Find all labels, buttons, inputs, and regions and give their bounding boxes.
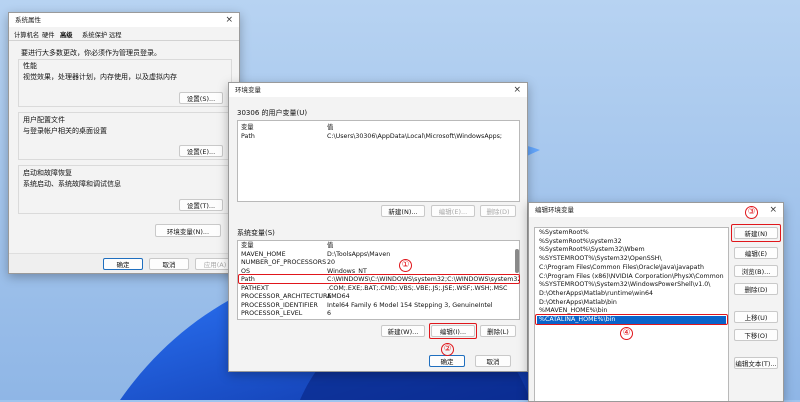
var-name: MAVEN_HOME xyxy=(241,250,286,258)
entry-move-up-button[interactable]: 上移(U) xyxy=(734,311,778,323)
window-title: 编辑环境变量 xyxy=(535,206,574,214)
startup-recovery-label: 启动和故障恢复 xyxy=(23,169,72,177)
tab-hardware[interactable]: 硬件 xyxy=(42,30,55,39)
var-name: PROCESSOR_ARCHITECTURE xyxy=(241,293,332,300)
col-header-variable: 变量 xyxy=(241,124,254,131)
tab-divider xyxy=(9,40,239,41)
environment-variables-window: 环境变量 × 30306 的用户变量(U) 变量 值 Path C:\Users… xyxy=(228,82,528,372)
user-vars-label: 30306 的用户变量(U) xyxy=(237,109,308,117)
annotation-3: ③ xyxy=(745,206,758,219)
edit-env-variable-window: 编辑环境变量 × %SystemRoot% %SystemRoot%\syste… xyxy=(528,202,784,402)
var-name: PROCESSOR_LEVEL xyxy=(241,310,303,317)
annotation-1: ① xyxy=(399,259,412,272)
tab-remote[interactable]: 远程 xyxy=(109,30,122,39)
table-row[interactable]: MAVEN_HOME D:\ToolsApps\Maven xyxy=(241,251,516,259)
edit-highlight-box xyxy=(429,323,477,339)
var-name: Path xyxy=(241,133,255,140)
environment-variables-button[interactable]: 环境变量(N)... xyxy=(155,224,221,237)
var-value: D:\ToolsApps\Maven xyxy=(327,250,391,258)
list-header: 变量 值 xyxy=(241,242,516,250)
entry-edit-text-button[interactable]: 编辑文本(T)... xyxy=(734,357,778,369)
list-item[interactable]: C:\Program Files (x86)\NVIDIA Corporatio… xyxy=(537,273,726,282)
annotation-4: ④ xyxy=(620,327,633,340)
system-vars-label: 系统变量(S) xyxy=(237,229,275,237)
env-cancel-button[interactable]: 取消 xyxy=(475,355,511,367)
performance-desc: 视觉效果，处理器计划，内存使用，以及虚拟内存 xyxy=(23,73,177,81)
var-value: 6 xyxy=(327,310,332,317)
user-profile-label: 用户配置文件 xyxy=(23,116,65,124)
system-properties-titlebar: 系统属性 xyxy=(9,13,239,27)
list-item[interactable]: %SYSTEMROOT%\System32\WindowsPowerShell\… xyxy=(537,281,726,290)
close-icon[interactable]: × xyxy=(513,85,521,95)
table-row[interactable]: PATHEXT .COM;.EXE;.BAT;.CMD;.VBS;.VBE;.J… xyxy=(241,285,516,293)
list-item[interactable]: %SystemRoot%\system32 xyxy=(537,238,726,247)
window-title: 系统属性 xyxy=(15,16,41,24)
new-button-highlight-box xyxy=(731,224,781,242)
system-new-button[interactable]: 新建(W)... xyxy=(381,325,425,337)
entry-browse-button[interactable]: 浏览(B)... xyxy=(734,265,778,277)
performance-settings-button[interactable]: 设置(S)... xyxy=(179,92,223,104)
system-delete-button[interactable]: 删除(L) xyxy=(480,325,516,337)
list-item[interactable]: D:\OtherApps\Matlab\bin xyxy=(537,299,726,308)
list-item[interactable]: %SYSTEMROOT%\System32\OpenSSH\ xyxy=(537,255,726,264)
list-item[interactable]: %SystemRoot% xyxy=(537,229,726,238)
performance-label: 性能 xyxy=(23,62,37,70)
list-item[interactable]: C:\Program Files\Common Files\Oracle\Jav… xyxy=(537,264,726,273)
list-item[interactable]: D:\OtherApps\Matlab\runtime\win64 xyxy=(537,290,726,299)
path-highlight-box xyxy=(238,274,520,284)
user-new-button[interactable]: 新建(N)... xyxy=(381,205,425,217)
user-profile-settings-button[interactable]: 设置(E)... xyxy=(179,145,223,157)
user-edit-button[interactable]: 编辑(E)... xyxy=(431,205,475,217)
sysprops-cancel-button[interactable]: 取消 xyxy=(149,258,189,270)
table-row[interactable]: NUMBER_OF_PROCESSORS 20 xyxy=(241,259,516,267)
entry-edit-button[interactable]: 编辑(E) xyxy=(734,247,778,259)
scrollbar-thumb[interactable] xyxy=(515,249,519,273)
var-name: NUMBER_OF_PROCESSORS xyxy=(241,259,327,266)
startup-settings-button[interactable]: 设置(T)... xyxy=(179,199,223,211)
table-row[interactable]: PROCESSOR_IDENTIFIER Intel64 Family 6 Mo… xyxy=(241,302,516,310)
table-row[interactable]: PROCESSOR_LEVEL 6 xyxy=(241,310,516,318)
annotation-2: ② xyxy=(441,343,454,356)
var-value: C:\Users\30306\AppData\Local\Microsoft\W… xyxy=(327,133,503,140)
new-entry-highlight-box xyxy=(535,314,728,325)
var-value: Intel64 Family 6 Model 154 Stepping 3, G… xyxy=(327,301,493,309)
startup-recovery-desc: 系统启动、系统故障和调试信息 xyxy=(23,180,121,188)
table-row[interactable]: PROCESSOR_ARCHITECTURE AMD64 xyxy=(241,293,516,301)
list-item[interactable]: %SystemRoot%\System32\Wbem xyxy=(537,246,726,255)
col-header-variable: 变量 xyxy=(241,242,254,249)
var-name: PATHEXT xyxy=(241,284,269,292)
entry-delete-button[interactable]: 删除(D) xyxy=(734,283,778,295)
admin-note: 要进行大多数更改，你必须作为管理员登录。 xyxy=(21,49,161,57)
user-vars-list: 变量 值 Path C:\Users\30306\AppData\Local\M… xyxy=(237,120,520,202)
var-value: .COM;.EXE;.BAT;.CMD;.VBS;.VBE;.JS;.JSE;.… xyxy=(327,284,508,292)
sysprops-ok-button[interactable]: 确定 xyxy=(103,258,143,270)
col-header-value: 值 xyxy=(327,124,334,131)
list-header: 变量 值 xyxy=(241,124,516,132)
user-delete-button[interactable]: 删除(D) xyxy=(480,205,516,217)
system-properties-window: 系统属性 × 计算机名 硬件 高级 系统保护 远程 要进行大多数更改，你必须作为… xyxy=(8,12,240,274)
var-name: PROCESSOR_IDENTIFIER xyxy=(241,301,318,309)
close-icon[interactable]: × xyxy=(769,205,777,215)
env-titlebar: 环境变量 xyxy=(229,83,527,97)
table-row[interactable]: Path C:\Users\30306\AppData\Local\Micros… xyxy=(241,133,516,141)
entry-move-down-button[interactable]: 下移(O) xyxy=(734,329,778,341)
tab-computer-name[interactable]: 计算机名 xyxy=(14,30,39,39)
env-ok-button[interactable]: 确定 xyxy=(429,355,465,367)
var-value: AMD64 xyxy=(327,293,350,300)
col-header-value: 值 xyxy=(327,242,334,249)
window-title: 环境变量 xyxy=(235,86,261,94)
tab-system-protection[interactable]: 系统保护 xyxy=(82,30,107,39)
close-icon[interactable]: × xyxy=(225,15,233,25)
tab-advanced[interactable]: 高级 xyxy=(60,30,73,39)
var-value: 20 xyxy=(327,259,336,266)
user-profile-desc: 与登录帐户相关的桌面设置 xyxy=(23,127,107,135)
